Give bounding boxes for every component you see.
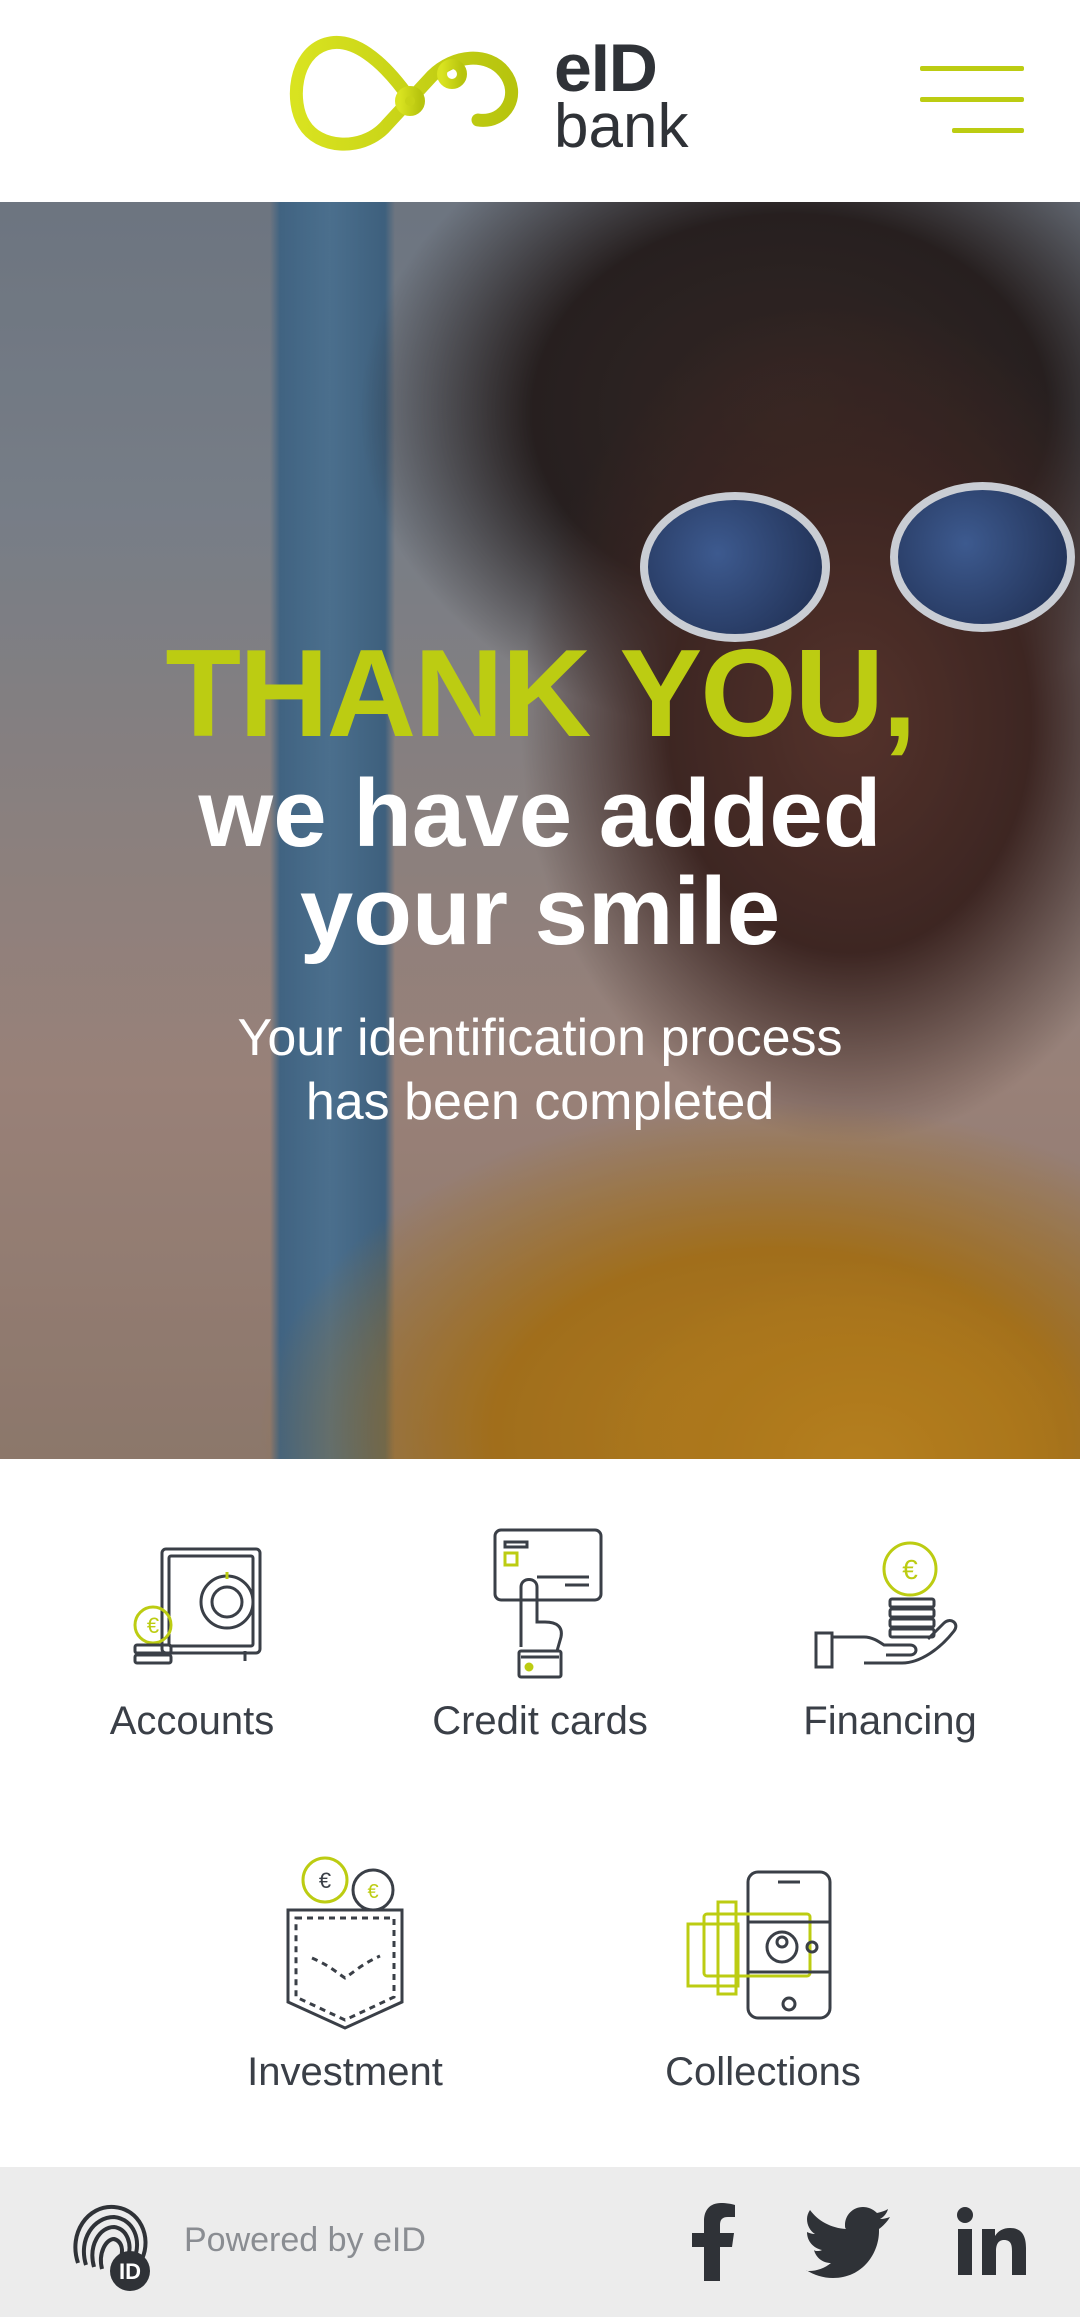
twitter-icon — [806, 2207, 890, 2278]
svg-text:€: € — [367, 1881, 378, 1903]
pocket-coins-icon: € € — [286, 1856, 404, 2030]
svg-text:€: € — [902, 1554, 918, 1585]
service-label-credit-cards: Credit cards — [432, 1699, 648, 1743]
sunglasses-right-lens — [890, 482, 1075, 632]
hamburger-menu-icon[interactable] — [918, 62, 1024, 138]
svg-text:€: € — [319, 1868, 331, 1893]
service-accounts[interactable]: € Accounts — [82, 1527, 302, 1744]
service-collections[interactable]: Collections — [648, 1852, 878, 2095]
safe-icon: € — [133, 1547, 262, 1665]
eid-fingerprint-logo[interactable]: ID — [58, 2193, 158, 2293]
linkedin-icon — [957, 2207, 1026, 2275]
footer: ID Powered by eID — [0, 2167, 1080, 2317]
menu-bar — [952, 128, 1024, 133]
service-label-investment: Investment — [247, 2050, 443, 2094]
svg-text:€: € — [147, 1613, 159, 1638]
hero-subtitle-line-2: has been completed — [305, 1073, 775, 1131]
service-financing[interactable]: € Financing — [780, 1527, 1000, 1744]
hero-subtitle-line-1: Your identification process — [237, 1009, 843, 1067]
logo-wordmark: eID bank — [554, 34, 688, 158]
powered-by-text: Powered by eID — [184, 2221, 426, 2259]
service-investment[interactable]: € € Investment — [230, 1852, 460, 2095]
svg-text:ID: ID — [119, 2259, 141, 2284]
twitter-link[interactable] — [806, 2197, 896, 2287]
service-label-collections: Collections — [665, 2050, 861, 2094]
hero-headline: THANK YOU, — [165, 625, 916, 763]
credit-card-icon — [493, 1528, 603, 1679]
facebook-icon — [692, 2203, 735, 2281]
hand-coins-icon: € — [814, 1541, 958, 1669]
hero-banner: THANK YOU, we have added your smile Your… — [0, 202, 1080, 1459]
infinity-logo-icon — [289, 36, 519, 151]
service-label-accounts: Accounts — [109, 1699, 275, 1743]
menu-bar — [920, 97, 1024, 102]
eid-bank-logo[interactable]: eID bank — [282, 24, 702, 174]
menu-bar — [920, 66, 1024, 71]
hero-line-2: we have added — [198, 760, 882, 867]
linkedin-link[interactable] — [944, 2197, 1034, 2287]
app-header: eID bank — [0, 0, 1080, 202]
hero-line-3: your smile — [299, 858, 781, 965]
service-credit-cards[interactable]: Credit cards — [420, 1527, 660, 1744]
fingerprint-icon: ID — [73, 2204, 150, 2291]
facebook-link[interactable] — [668, 2197, 758, 2287]
logo-line-2: bank — [554, 92, 689, 161]
service-label-financing: Financing — [803, 1699, 977, 1743]
phone-money-icon — [686, 1870, 832, 2020]
sunglasses-left-lens — [640, 492, 830, 642]
